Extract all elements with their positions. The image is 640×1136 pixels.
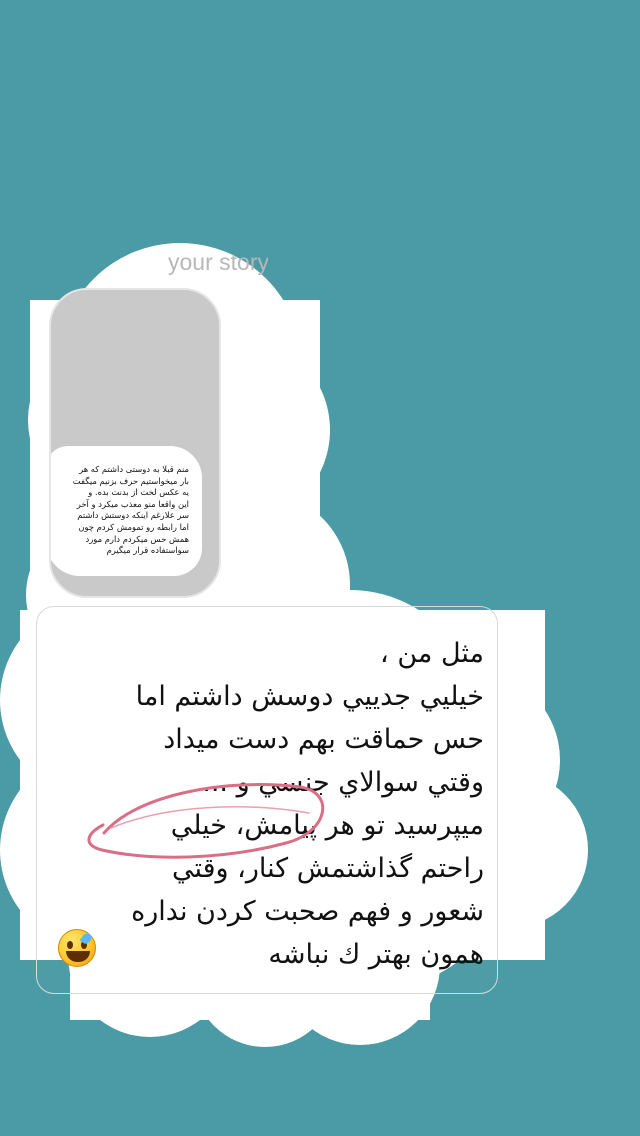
reply-line-8: همون بهتر ك نباشه xyxy=(268,939,484,970)
story-message: منم قبلا به دوستی داشتم که هر بار میخواس… xyxy=(57,464,189,557)
story-line-2: بار میخواستیم حرف بزنیم میگفت xyxy=(72,475,189,486)
sweat-smile-emoji xyxy=(58,929,96,967)
reply-message: مثل من ، خيليي جدييي دوسش داشتم اما حس ح… xyxy=(54,632,484,976)
story-thumbnail[interactable]: منم قبلا به دوستی داشتم که هر بار میخواس… xyxy=(49,288,221,598)
story-text-bubble: منم قبلا به دوستی داشتم که هر بار میخواس… xyxy=(52,452,196,570)
story-header-text: your story xyxy=(168,249,268,275)
story-line-8: سواستفاده قرار میگیرم xyxy=(106,545,189,556)
reply-line-4: وقتي سوالاي جنسي و ... xyxy=(202,767,484,798)
reply-line-3: حس حماقت بهم دست ميداد xyxy=(163,724,484,755)
story-line-1: منم قبلا به دوستی داشتم که هر xyxy=(79,464,189,474)
reply-line-5: ميپرسيد تو هر پيامش، خيلي xyxy=(170,810,484,841)
story-line-5: سر علارغم اینکه دوستش داشتم xyxy=(77,510,189,521)
story-line-3: یه عکس لخت از بدنت بده. و xyxy=(88,487,189,498)
reply-line-7: شعور و فهم صحبت كردن نداره xyxy=(131,896,484,927)
story-line-7: همش حس میکردم دارم مورد xyxy=(85,533,190,544)
reply-line-2: خيليي جدييي دوسش داشتم اما xyxy=(135,681,484,712)
reply-line-1: مثل من ، xyxy=(380,638,484,669)
story-line-6: اما رابطه رو تمومش کردم چون xyxy=(78,521,189,532)
story-line-4: این واقعا منو معذب میکرد و آخر xyxy=(76,498,189,509)
reply-line-6: راحتم گذاشتمش كنار، وقتي xyxy=(171,853,484,884)
